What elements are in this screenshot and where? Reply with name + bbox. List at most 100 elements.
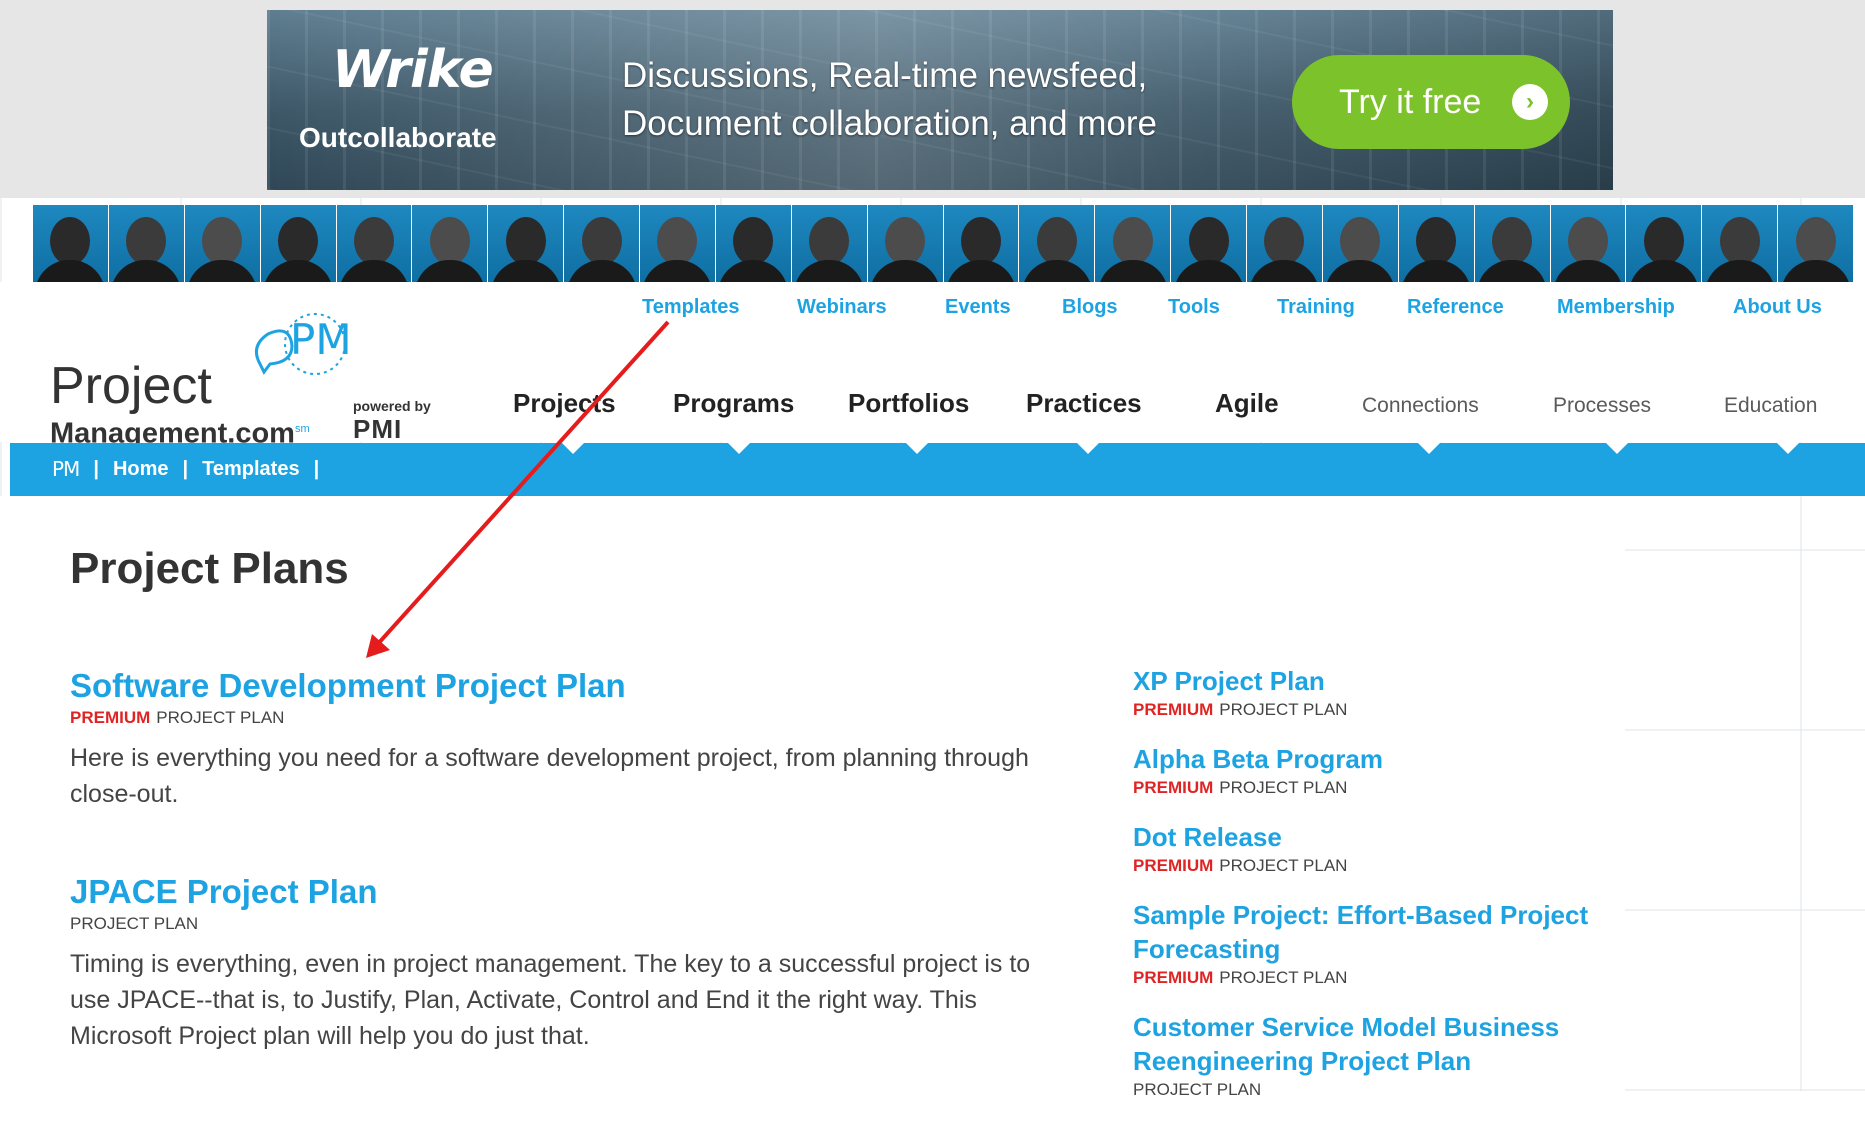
expert-photo[interactable] (715, 205, 791, 282)
ad-brand-logo: Wrike (332, 40, 494, 100)
expert-photo[interactable] (1247, 205, 1322, 282)
expert-photo[interactable] (1095, 205, 1171, 282)
expert-photo[interactable] (488, 205, 564, 282)
mainnav-portfolios[interactable]: Portfolios (848, 388, 969, 419)
nav-notch (1605, 442, 1629, 454)
topnav-templates[interactable]: Templates (642, 296, 739, 319)
breadcrumb-bar: PM | Home | Templates | (10, 442, 1865, 496)
expert-photo[interactable] (1626, 205, 1702, 282)
plan-meta: PROJECT PLAN (70, 914, 1070, 934)
topnav-training[interactable]: Training (1277, 296, 1355, 319)
more-plans-list: XP Project Plan PREMIUM PROJECT PLAN Alph… (1133, 664, 1613, 1122)
list-item: JPACE Project Plan PROJECT PLAN Timing i… (70, 872, 1070, 1054)
breadcrumb: PM | Home | Templates | (52, 457, 333, 481)
nav-notch (1776, 442, 1800, 454)
expert-photo[interactable] (33, 205, 108, 282)
plan-type: PROJECT PLAN (1219, 856, 1348, 875)
expert-photo[interactable] (260, 205, 336, 282)
topnav-webinars[interactable]: Webinars (797, 296, 887, 319)
ad-banner[interactable]: Wrike Outcollaborate Discussions, Real-t… (267, 10, 1613, 190)
premium-badge: PREMIUM (1133, 856, 1214, 875)
logo-project-text: Project (50, 357, 212, 415)
topnav-reference[interactable]: Reference (1407, 296, 1504, 319)
powered-by-label: powered by (353, 398, 431, 414)
topnav-membership[interactable]: Membership (1557, 296, 1675, 319)
plan-meta: PREMIUM PROJECT PLAN (1133, 856, 1613, 876)
plan-type: PROJECT PLAN (156, 708, 285, 727)
top-nav: Templates Webinars Events Blogs Tools Tr… (0, 296, 1865, 324)
list-item: Dot Release PREMIUM PROJECT PLAN (1133, 820, 1613, 876)
nav-notch (561, 442, 585, 454)
nav-notch (1417, 442, 1441, 454)
expert-photo[interactable] (1702, 205, 1778, 282)
expert-photo[interactable] (943, 205, 1019, 282)
site-logo[interactable]: PM Project Management.comsm powered by P… (50, 306, 440, 449)
topnav-tools[interactable]: Tools (1168, 296, 1220, 319)
plan-title-link[interactable]: Dot Release (1133, 820, 1613, 854)
subnav-education[interactable]: Education (1724, 394, 1817, 418)
topnav-blogs[interactable]: Blogs (1062, 296, 1118, 319)
expert-photo[interactable] (412, 205, 488, 282)
breadcrumb-home[interactable]: Home (113, 458, 169, 481)
mainnav-programs[interactable]: Programs (673, 388, 794, 419)
expert-photo[interactable] (108, 205, 184, 282)
plan-title-link[interactable]: XP Project Plan (1133, 664, 1613, 698)
list-item: Customer Service Model Business Reengine… (1133, 1010, 1613, 1100)
plan-meta: PREMIUM PROJECT PLAN (1133, 778, 1613, 798)
try-it-free-button[interactable]: Try it free › (1292, 55, 1570, 149)
mainnav-agile[interactable]: Agile (1215, 388, 1279, 419)
plan-type: PROJECT PLAN (1133, 1080, 1262, 1099)
premium-badge: PREMIUM (70, 708, 151, 727)
expert-photo[interactable] (1171, 205, 1246, 282)
expert-photo[interactable] (867, 205, 943, 282)
plan-title-link[interactable]: Alpha Beta Program (1133, 742, 1613, 776)
expert-photo[interactable] (640, 205, 715, 282)
list-item: Sample Project: Effort-Based Project For… (1133, 898, 1613, 988)
expert-photo[interactable] (1778, 205, 1853, 282)
plan-title-link[interactable]: Customer Service Model Business Reengine… (1133, 1010, 1613, 1078)
expert-photo[interactable] (1019, 205, 1095, 282)
list-item: Software Development Project Plan PREMIU… (70, 666, 1070, 812)
breadcrumb-separator: | (313, 457, 320, 480)
site-header: PM Project Management.comsm powered by P… (0, 282, 1865, 449)
chevron-right-icon: › (1512, 84, 1548, 120)
nav-notch (1076, 442, 1100, 454)
expert-photo[interactable] (1398, 205, 1474, 282)
ad-copy-line-1: Discussions, Real-time newsfeed, (622, 56, 1148, 95)
ad-copy-line-2: Document collaboration, and more (622, 104, 1158, 143)
nav-notch (727, 442, 751, 454)
expert-photo[interactable] (564, 205, 639, 282)
list-item: Alpha Beta Program PREMIUM PROJECT PLAN (1133, 742, 1613, 798)
nav-notch (905, 442, 929, 454)
breadcrumb-pm-logo[interactable]: PM (52, 457, 80, 481)
plan-type: PROJECT PLAN (1219, 778, 1348, 797)
topnav-events[interactable]: Events (945, 296, 1011, 319)
expert-photo[interactable] (1474, 205, 1550, 282)
expert-photo[interactable] (184, 205, 260, 282)
plan-title-link[interactable]: Software Development Project Plan (70, 666, 1070, 706)
expert-photo[interactable] (1322, 205, 1398, 282)
expert-photo[interactable] (791, 205, 867, 282)
plan-type: PROJECT PLAN (70, 914, 199, 933)
plan-meta: PREMIUM PROJECT PLAN (70, 708, 1070, 728)
topnav-about-us[interactable]: About Us (1733, 296, 1822, 319)
premium-badge: PREMIUM (1133, 968, 1214, 987)
mainnav-practices[interactable]: Practices (1026, 388, 1142, 419)
expert-photo[interactable] (336, 205, 412, 282)
expert-photo[interactable] (1550, 205, 1626, 282)
plan-title-link[interactable]: Sample Project: Effort-Based Project For… (1133, 898, 1613, 966)
plan-type: PROJECT PLAN (1219, 968, 1348, 987)
breadcrumb-separator: | (93, 457, 99, 480)
plan-title-link[interactable]: JPACE Project Plan (70, 872, 1070, 912)
ad-tagline: Outcollaborate (299, 122, 497, 153)
subnav-processes[interactable]: Processes (1553, 394, 1651, 418)
logo-sm-mark: sm (294, 423, 310, 435)
pmi-logo: PMI (353, 414, 403, 444)
list-item: XP Project Plan PREMIUM PROJECT PLAN (1133, 664, 1613, 720)
mainnav-projects[interactable]: Projects (513, 388, 616, 419)
subnav-connections[interactable]: Connections (1362, 394, 1479, 418)
try-it-free-label: Try it free (1339, 82, 1482, 121)
plan-description: Here is everything you need for a softwa… (70, 744, 1029, 808)
breadcrumb-templates[interactable]: Templates (202, 458, 299, 481)
premium-badge: PREMIUM (1133, 700, 1214, 719)
